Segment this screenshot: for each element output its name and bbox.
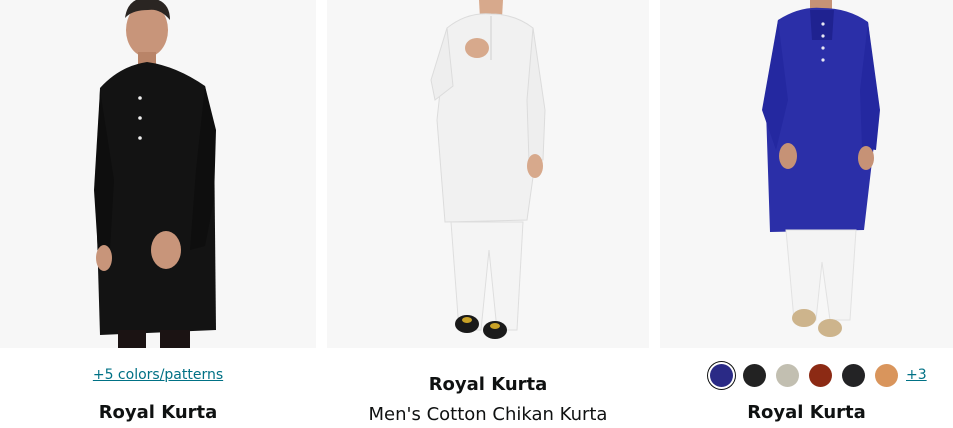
color-swatch[interactable] xyxy=(743,363,766,387)
product-title[interactable]: Men's Cotton Chikan Kurta xyxy=(327,404,649,425)
color-swatch[interactable] xyxy=(875,363,898,387)
product-card-2[interactable]: Royal Kurta Men's Cotton Chikan Kurta xyxy=(327,0,649,428)
product-image-white-kurta[interactable] xyxy=(327,0,649,348)
color-swatch[interactable] xyxy=(710,363,733,387)
color-swatch[interactable] xyxy=(809,363,832,387)
product-brand[interactable]: Royal Kurta xyxy=(327,374,649,395)
product-brand[interactable]: Royal Kurta xyxy=(0,402,316,423)
product-card-3[interactable]: +3 Royal Kurta xyxy=(660,0,953,428)
color-swatch[interactable] xyxy=(776,363,799,387)
color-swatch[interactable] xyxy=(842,363,865,387)
product-brand[interactable]: Royal Kurta xyxy=(660,402,953,423)
more-swatches-link[interactable]: +3 xyxy=(906,367,927,383)
product-image-blue-kurta[interactable] xyxy=(660,0,953,348)
color-swatches: +3 xyxy=(710,362,927,388)
product-card-1[interactable]: +5 colors/patterns Royal Kurta xyxy=(0,0,316,428)
product-image-black-kurta[interactable] xyxy=(0,0,316,348)
more-colors-link[interactable]: +5 colors/patterns xyxy=(0,367,316,383)
